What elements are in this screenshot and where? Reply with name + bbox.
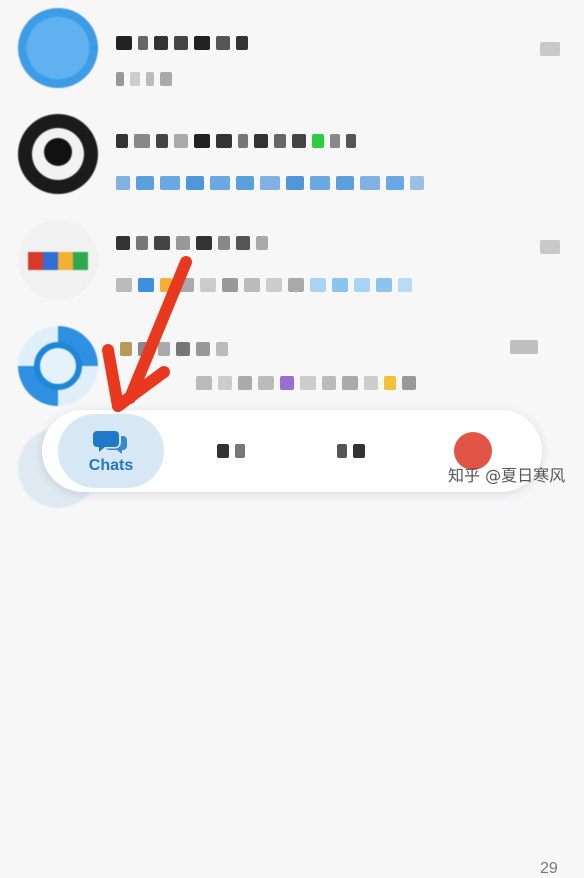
chat-row[interactable] [0, 108, 584, 208]
chat-row[interactable] [0, 212, 584, 312]
message-preview-blurred [116, 72, 172, 86]
avatar [18, 220, 98, 300]
contact-name-blurred [120, 342, 228, 356]
tab-settings[interactable] [316, 420, 386, 482]
tab-icon-blurred [217, 444, 245, 458]
watermark: 知乎 @夏日寒风 [448, 466, 566, 485]
timestamp: 29 [540, 860, 558, 877]
message-preview-blurred [116, 176, 424, 190]
avatar [18, 114, 98, 194]
timestamp-blurred [540, 240, 560, 254]
contact-name-blurred [116, 236, 268, 250]
tab-chats-label: Chats [88, 457, 134, 474]
chat-row[interactable] [0, 2, 584, 102]
timestamp-blurred [510, 340, 538, 354]
tab-contacts[interactable] [196, 420, 266, 482]
contact-name-blurred [116, 36, 248, 50]
tab-icon-blurred [337, 444, 365, 458]
chat-bubbles-icon [93, 427, 129, 455]
tab-chats[interactable]: Chats [58, 414, 164, 488]
avatar [18, 326, 98, 406]
avatar [18, 8, 98, 88]
timestamp-blurred [540, 42, 560, 56]
contact-name-blurred [116, 134, 356, 148]
message-preview-blurred [196, 376, 416, 390]
chat-row[interactable] [0, 316, 584, 416]
message-preview-blurred [116, 278, 412, 292]
